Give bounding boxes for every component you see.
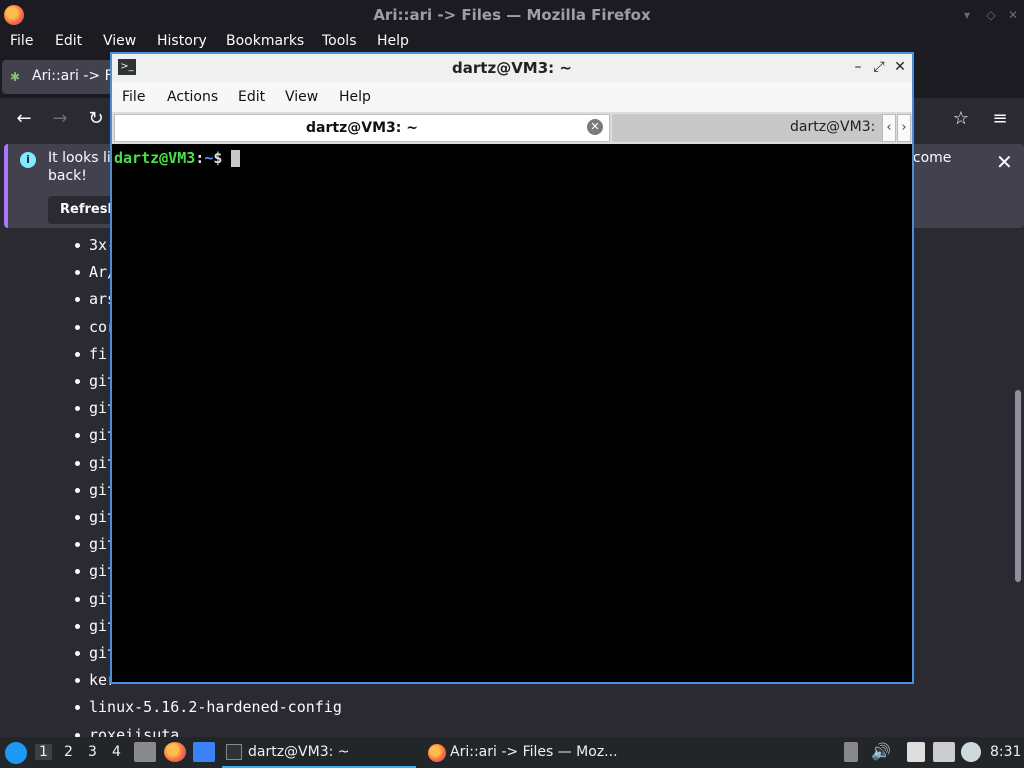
terminal-titlebar: >_ dartz@VM3: ~ – ⤢ ✕ [112, 54, 912, 82]
notice-text-line2: back! [48, 168, 87, 184]
restore-icon[interactable]: ⤢ [871, 59, 887, 75]
browser-tab-label: Ari::ari -> Fi [32, 68, 116, 84]
shell-prompt: dartz@VM3:~$ [114, 149, 241, 167]
prompt-user: dartz@VM3 [114, 149, 196, 167]
menu-file[interactable]: File [10, 33, 33, 49]
scrollbar[interactable] [1015, 390, 1021, 582]
term-menu-help[interactable]: Help [339, 89, 371, 105]
bullet-icon [75, 297, 80, 303]
terminal-window: >_ dartz@VM3: ~ – ⤢ ✕ File Actions Edit … [110, 52, 914, 684]
bullet-icon [75, 596, 80, 602]
bullet-icon [75, 379, 80, 384]
terminal-app-icon [226, 744, 242, 760]
menu-help[interactable]: Help [377, 33, 409, 49]
bullet-icon [75, 243, 80, 248]
bullet-icon [75, 542, 80, 548]
workspace-3[interactable]: 3 [88, 744, 97, 760]
menu-history[interactable]: History [157, 33, 207, 49]
bullet-icon [75, 406, 80, 412]
task-firefox-label: Ari::ari -> Files — Moz... [450, 744, 618, 760]
terminal-menubar: File Actions Edit View Help [112, 82, 912, 112]
info-icon: i [20, 152, 36, 168]
terminal-tab-label: dartz@VM3: ~ [790, 119, 880, 135]
workspace-4[interactable]: 4 [112, 744, 121, 760]
network-icon[interactable] [933, 742, 955, 762]
clock: 8:31 [990, 744, 1022, 760]
refresh-button[interactable]: Refresh [48, 196, 118, 224]
volume-icon[interactable]: 🔊 [870, 742, 892, 762]
terminal-output[interactable]: dartz@VM3:~$ [112, 144, 912, 682]
tray-arrow-icon[interactable] [844, 742, 858, 762]
term-menu-file[interactable]: File [122, 89, 145, 105]
bullet-icon [75, 623, 80, 629]
firefox-logo-icon [428, 744, 446, 762]
browser-tab[interactable]: ✱ Ari::ari -> Fi [2, 60, 122, 94]
firefox-titlebar: Ari::ari -> Files — Mozilla Firefox ▾ ◇ … [0, 0, 1024, 30]
clipboard-icon[interactable] [907, 742, 925, 762]
terminal-title: dartz@VM3: ~ [452, 59, 572, 77]
menu-bookmarks[interactable]: Bookmarks [226, 33, 304, 49]
minimize-icon[interactable]: – [850, 59, 866, 75]
workspace-1[interactable]: 1 [35, 744, 52, 760]
workspace-2[interactable]: 2 [64, 744, 73, 760]
bookmark-star-icon[interactable]: ☆ [948, 106, 974, 132]
list-item[interactable]: linux-5.16.2-hardened-config [75, 698, 342, 716]
firefox-launcher-icon[interactable] [164, 742, 186, 762]
menu-edit[interactable]: Edit [55, 33, 82, 49]
close-icon[interactable]: ✕ [892, 59, 908, 75]
site-favicon-icon: ✱ [10, 70, 21, 84]
terminal-tab-active[interactable]: dartz@VM3: ~ ✕ [114, 114, 610, 142]
updates-icon[interactable] [961, 742, 981, 762]
task-terminal-label: dartz@VM3: ~ [248, 744, 350, 760]
task-firefox[interactable]: Ari::ari -> Files — Moz... [424, 740, 624, 768]
close-icon[interactable]: ✕ [1006, 8, 1020, 22]
maximize-icon[interactable]: ◇ [984, 8, 998, 22]
bullet-icon [75, 270, 80, 276]
bullet-icon [75, 487, 80, 493]
tab-scroll-left-icon[interactable]: ‹ [882, 114, 896, 142]
notice-close-icon[interactable]: ✕ [996, 150, 1013, 174]
term-menu-actions[interactable]: Actions [167, 89, 218, 105]
hamburger-menu-icon[interactable]: ≡ [987, 106, 1013, 132]
bullet-icon [75, 651, 80, 656]
app-launcher-icon[interactable] [5, 742, 27, 764]
minimize-icon[interactable]: ▾ [960, 8, 974, 22]
tab-close-icon[interactable]: ✕ [587, 119, 603, 135]
term-menu-view[interactable]: View [285, 89, 318, 105]
prompt-symbol: $ [213, 149, 223, 167]
bullet-icon [75, 433, 80, 439]
task-terminal[interactable]: dartz@VM3: ~ [222, 740, 416, 768]
bullet-icon [75, 460, 80, 466]
bullet-icon [75, 569, 80, 575]
bullet-icon [75, 324, 80, 330]
reload-icon[interactable]: ↻ [83, 106, 109, 132]
file-manager-icon[interactable] [134, 742, 156, 762]
prompt-path: ~ [204, 149, 214, 167]
menu-tools[interactable]: Tools [322, 33, 357, 49]
text-cursor [231, 150, 241, 167]
firefox-menubar: File Edit View History Bookmarks Tools H… [0, 30, 1024, 54]
prompt-separator: : [195, 149, 205, 167]
forward-arrow-icon[interactable]: → [47, 106, 73, 132]
notice-text-tail: lcome [909, 150, 952, 166]
list-item-link[interactable]: linux-5.16.2-hardened-config [89, 698, 342, 716]
taskbar: 1 2 3 4 dartz@VM3: ~ Ari::ari -> Files —… [0, 737, 1024, 768]
terminal-tabbar: dartz@VM3: ~ ✕ dartz@VM3: ~ ‹ › [112, 112, 912, 144]
terminal-tab-inactive[interactable]: dartz@VM3: ~ [612, 114, 882, 142]
bullet-icon [75, 515, 80, 520]
terminal-tab-label: dartz@VM3: ~ [306, 120, 418, 136]
notice-text: It looks lik [48, 150, 119, 166]
back-arrow-icon[interactable]: ← [11, 106, 37, 132]
tab-scroll-right-icon[interactable]: › [897, 114, 911, 142]
term-menu-edit[interactable]: Edit [238, 89, 265, 105]
window-title: Ari::ari -> Files — Mozilla Firefox [373, 6, 651, 24]
bullet-icon [75, 705, 80, 711]
show-desktop-icon[interactable] [193, 742, 215, 762]
menu-view[interactable]: View [103, 33, 136, 49]
bullet-icon [75, 351, 80, 357]
bullet-icon [75, 678, 80, 684]
